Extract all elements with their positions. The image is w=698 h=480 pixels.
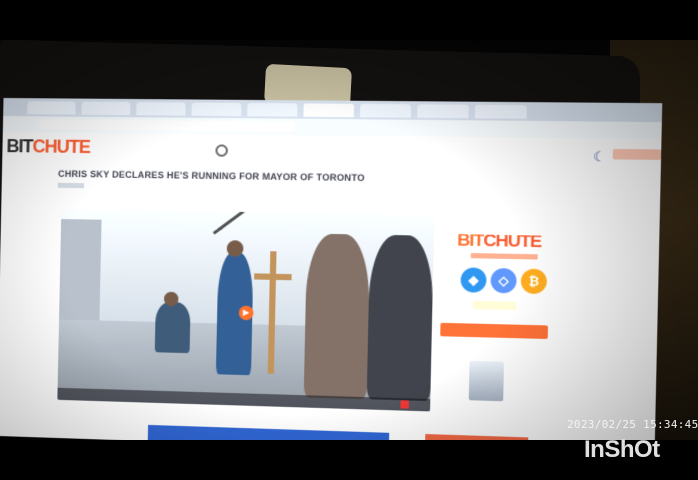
video-frame-building: [58, 219, 102, 331]
sidebar-bitchute-logo[interactable]: BITCHUTE: [457, 230, 541, 252]
sidebar-link[interactable]: [472, 300, 517, 311]
browser-tab[interactable]: [136, 102, 186, 116]
browser-tab[interactable]: [191, 102, 242, 117]
camera-timestamp: 2023/02/25 15:34:45: [567, 418, 698, 431]
browser-tab-active[interactable]: [303, 103, 355, 118]
video-title: CHRIS SKY DECLARES HE'S RUNNING FOR MAYO…: [57, 168, 365, 184]
ethereum-icon[interactable]: ◇: [490, 267, 517, 294]
browser-tab[interactable]: [360, 103, 412, 118]
sidebar-tagline: [470, 253, 538, 260]
sign-in-button[interactable]: [612, 148, 662, 160]
bitcoin-icon[interactable]: ₿: [520, 268, 548, 295]
browser-tab[interactable]: [81, 101, 131, 116]
moon-icon[interactable]: ☾: [593, 149, 606, 166]
video-frame-person: [154, 301, 191, 354]
url-input[interactable]: [38, 119, 295, 132]
inshot-watermark: InShOt: [584, 436, 660, 463]
sidebar-logo-bit-text: BIT: [457, 229, 484, 251]
channel-link[interactable]: [57, 182, 85, 189]
video-frame-cross-beam: [254, 273, 292, 281]
laptop-screen: BITCHUTE ☾ CHRIS SKY DECLARES HE'S RUNNI…: [0, 97, 663, 459]
letterbox-top: [0, 0, 698, 40]
browser-tab[interactable]: [27, 101, 76, 115]
site-header: BITCHUTE: [2, 132, 662, 171]
bitchute-logo[interactable]: BITCHUTE: [6, 136, 90, 158]
fullscreen-icon[interactable]: [400, 400, 410, 409]
sidebar-orange-button[interactable]: [440, 322, 549, 339]
browser-tab[interactable]: [474, 104, 527, 119]
video-frame-crowd: [366, 234, 434, 402]
video-player[interactable]: ▶: [57, 208, 435, 412]
cryptocurrency-icon[interactable]: ◆: [460, 267, 487, 293]
browser-tab[interactable]: [417, 104, 469, 119]
search-icon[interactable]: [215, 144, 228, 157]
logo-bit-text: BIT: [6, 136, 33, 157]
logo-chute-text: CHUTE: [32, 136, 91, 158]
browser-tab[interactable]: [247, 102, 298, 117]
sidebar-logo-chute-text: CHUTE: [483, 230, 542, 252]
channel-avatar[interactable]: [468, 360, 505, 402]
video-frame-crowd: [303, 233, 371, 400]
